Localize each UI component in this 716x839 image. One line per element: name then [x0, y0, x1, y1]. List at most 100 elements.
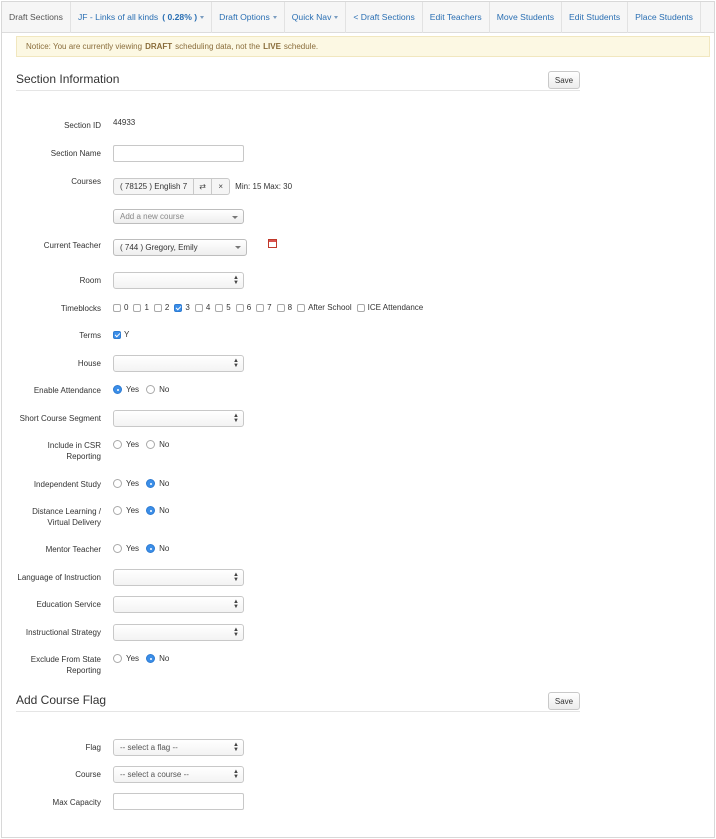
- timeblock-option[interactable]: 4: [194, 303, 210, 312]
- calendar-icon[interactable]: [268, 239, 277, 248]
- timeblock-label: 7: [267, 303, 272, 312]
- add-course-dropdown[interactable]: Add a new course: [113, 209, 244, 224]
- radio-label: Yes: [126, 385, 140, 394]
- timeblock-checkbox[interactable]: [297, 303, 306, 312]
- timeblock-option[interactable]: 8: [276, 303, 293, 312]
- distance-learning-yes-option[interactable]: Yes: [113, 506, 139, 515]
- notice-draft: DRAFT: [145, 42, 173, 51]
- timeblock-option[interactable]: 0: [113, 303, 128, 312]
- radio-distance_learning: Yes No: [113, 506, 176, 515]
- nav-quick-nav-label: Quick Nav: [291, 12, 332, 22]
- radio-button[interactable]: [146, 440, 156, 449]
- timeblock-label: 1: [144, 303, 149, 312]
- terms-y-label: Y: [124, 330, 130, 339]
- label-enable-attendance: Enable Attendance: [33, 386, 101, 395]
- timeblock-label: ICE Attendance: [367, 303, 424, 312]
- radio-button[interactable]: [113, 385, 122, 394]
- radio-label: No: [159, 654, 170, 663]
- course-select[interactable]: -- select a course -- ▲ ▼: [113, 766, 244, 783]
- nav-move-students[interactable]: Move Students: [490, 1, 563, 33]
- nav-edit-students[interactable]: Edit Students: [562, 1, 629, 33]
- timeblock-checkbox[interactable]: [133, 303, 142, 312]
- timeblock-option[interactable]: 7: [256, 303, 272, 312]
- radio-button[interactable]: [113, 544, 122, 553]
- enable-attendance-yes-option[interactable]: Yes: [113, 385, 139, 394]
- nav-place-students[interactable]: Place Students: [628, 1, 701, 33]
- radio-button[interactable]: [146, 479, 156, 488]
- select-arrows-icon: ▲ ▼: [233, 627, 239, 638]
- swap-icon[interactable]: ⇄: [194, 178, 213, 195]
- flag-select[interactable]: -- select a flag -- ▲ ▼: [113, 739, 244, 756]
- exclude-state-no-option[interactable]: No: [146, 654, 169, 663]
- include-csr-no-option[interactable]: No: [146, 440, 169, 449]
- nav-draft-selector[interactable]: JF - Links of all kinds ( 0.28% ): [71, 1, 213, 33]
- short-course-segment-select[interactable]: ▲ ▼: [113, 410, 244, 427]
- timeblock-option[interactable]: After School: [297, 303, 352, 312]
- independent-study-no-option[interactable]: No: [146, 479, 169, 488]
- radio-button[interactable]: [146, 654, 156, 663]
- nav-draft-options[interactable]: Draft Options: [212, 1, 285, 33]
- radio-button[interactable]: [113, 654, 122, 663]
- top-nav: Draft Sections JF - Links of all kinds (…: [2, 1, 714, 33]
- enable-attendance-no-option[interactable]: No: [146, 385, 169, 394]
- radio-label: Yes: [126, 654, 140, 663]
- close-icon[interactable]: ×: [212, 178, 231, 195]
- instructional-strategy-select[interactable]: ▲ ▼: [113, 624, 244, 641]
- timeblock-option[interactable]: 6: [235, 303, 251, 312]
- nav-quick-nav[interactable]: Quick Nav: [285, 1, 347, 33]
- timeblock-label: 8: [287, 303, 293, 312]
- teacher-select-value: ( 744 ) Gregory, Emily: [120, 243, 198, 252]
- timeblock-checkbox[interactable]: [256, 303, 265, 312]
- chevron-down-icon: [235, 246, 241, 249]
- timeblock-checkbox[interactable]: [174, 303, 183, 312]
- radio-exclude_state: Yes No: [113, 654, 176, 663]
- include-csr-yes-option[interactable]: Yes: [113, 440, 139, 449]
- terms-y-option[interactable]: Y: [113, 330, 129, 339]
- education-service-select[interactable]: ▲ ▼: [113, 596, 244, 613]
- radio-button[interactable]: [146, 385, 156, 394]
- timeblock-label: 3: [185, 303, 190, 312]
- mentor-teacher-yes-option[interactable]: Yes: [113, 544, 139, 553]
- radio-button[interactable]: [113, 440, 122, 449]
- timeblock-checkbox[interactable]: [235, 303, 244, 312]
- notice-middle: scheduling data, not the: [175, 42, 261, 51]
- select-arrows-icon: ▲ ▼: [233, 572, 239, 583]
- timeblock-option[interactable]: 3: [174, 303, 190, 312]
- label-course: Course: [75, 770, 101, 779]
- nav-back-draft-sections[interactable]: < Draft Sections: [346, 1, 423, 33]
- divider: [16, 711, 580, 712]
- timeblock-option[interactable]: ICE Attendance: [356, 303, 424, 312]
- exclude-state-yes-option[interactable]: Yes: [113, 654, 139, 663]
- timeblock-option[interactable]: 2: [153, 303, 169, 312]
- mentor-teacher-no-option[interactable]: No: [146, 544, 169, 553]
- radio-button[interactable]: [113, 479, 122, 488]
- house-select[interactable]: ▲ ▼: [113, 355, 244, 372]
- section-name-input[interactable]: [113, 145, 244, 162]
- teacher-select[interactable]: ( 744 ) Gregory, Emily: [113, 239, 247, 256]
- room-select[interactable]: ▲ ▼: [113, 272, 244, 289]
- radio-button[interactable]: [146, 506, 156, 515]
- radio-label: No: [159, 440, 170, 449]
- save-section-button[interactable]: Save: [548, 71, 580, 89]
- timeblock-option[interactable]: 5: [215, 303, 231, 312]
- label-max-capacity: Max Capacity: [52, 798, 101, 807]
- save-course-flag-button[interactable]: Save: [548, 692, 580, 710]
- radio-button[interactable]: [146, 544, 156, 553]
- language-of-instruction-select[interactable]: ▲ ▼: [113, 569, 244, 586]
- timeblock-checkbox[interactable]: [356, 303, 365, 312]
- nav-edit-teachers[interactable]: Edit Teachers: [423, 1, 490, 33]
- distance-learning-no-option[interactable]: No: [146, 506, 169, 515]
- timeblock-checkbox[interactable]: [113, 303, 121, 312]
- timeblock-checkbox[interactable]: [194, 303, 203, 312]
- radio-button[interactable]: [113, 506, 122, 515]
- select-arrows-icon: ▲ ▼: [233, 742, 239, 753]
- timeblock-option[interactable]: 1: [133, 303, 149, 312]
- divider: [16, 90, 580, 91]
- terms-y-checkbox[interactable]: [113, 330, 121, 339]
- timeblock-checkbox[interactable]: [276, 303, 285, 312]
- timeblock-checkbox[interactable]: [153, 303, 162, 312]
- max-capacity-input[interactable]: [113, 793, 244, 810]
- independent-study-yes-option[interactable]: Yes: [113, 479, 139, 488]
- timeblock-checkbox[interactable]: [215, 303, 224, 312]
- label-include-csr: Include in CSR Reporting: [47, 441, 101, 461]
